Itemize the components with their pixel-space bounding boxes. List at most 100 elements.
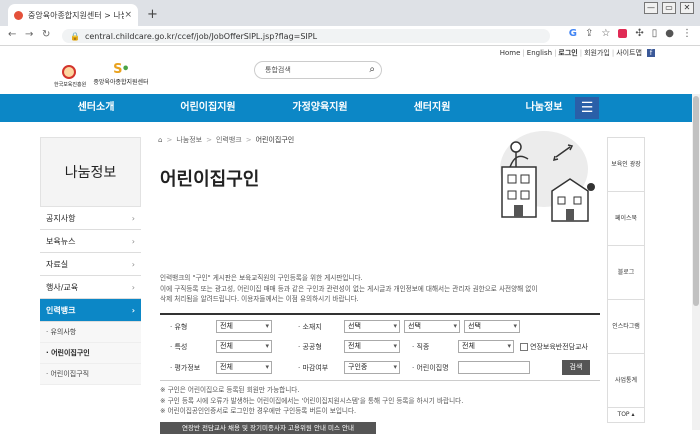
sidebar-item-job-bank[interactable]: 인력뱅크 › (40, 299, 141, 322)
extension-red-icon[interactable] (618, 29, 628, 38)
search-icon[interactable]: ⌕ (369, 64, 375, 75)
lock-icon[interactable]: 🔒 (70, 32, 80, 41)
extension-area: G ⇪ ☆ ✣ ▯ ● ⋮ (569, 28, 692, 39)
reload-icon[interactable]: ↻ (42, 29, 50, 40)
quick-item-instagram[interactable]: 인스타그램 (608, 300, 644, 354)
quick-item-plaza[interactable]: 보육인 광장 (608, 138, 644, 192)
sidebar-item-notice[interactable]: 공지사항 › (40, 207, 141, 230)
gnb-item-center-support[interactable]: 센터지원 (376, 94, 488, 122)
location-dong-select[interactable]: 선택 (464, 320, 520, 333)
job-type-select[interactable]: 전체 (458, 340, 514, 353)
util-home-link[interactable]: Home (500, 49, 521, 57)
sidebar-item-news[interactable]: 보육뉴스 › (40, 230, 141, 253)
bookmark-star-icon[interactable]: ☆ (601, 28, 610, 39)
location-sido-select[interactable]: 선택 (344, 320, 400, 333)
daycare-name-input[interactable] (458, 361, 530, 374)
location-sigungu-select[interactable]: 선택 (404, 320, 460, 333)
url-text: central.childcare.go.kr/ccef/job/JobOffe… (84, 31, 318, 41)
left-sidebar: 나눔정보 공지사항 › 보육뉴스 › 자료실 › 행사/교육 › 인력뱅크 › · 유의사… (40, 137, 141, 385)
notice-line: ※ 구인 등록 시에 오류가 발생하는 어린이집에서는 '어린이집지원시스템'을… (160, 396, 464, 405)
util-sitemap-link[interactable]: 사이트맵 (616, 48, 642, 58)
chevron-right-icon: › (131, 260, 135, 269)
maximize-button[interactable]: ▭ (662, 2, 676, 14)
sidebar-item-label: 행사/교육 (46, 283, 79, 292)
description-line: 삭제 처리됨을 알려드립니다. 이용자들께서는 이점 유의하시기 바랍니다. (160, 295, 359, 303)
daycare-name-label: · 어린이집명 (412, 364, 449, 372)
site-page: Home | English | 로그인 | 회원가입 | 사이트맵 f 한국보… (0, 47, 700, 434)
global-search-input[interactable]: 통합검색 ⌕ (254, 61, 382, 79)
home-icon[interactable]: ⌂ (158, 136, 162, 144)
deadline-select[interactable]: 구인중 (344, 361, 400, 374)
page-title: 어린이집구인 (160, 169, 260, 190)
gnb-item-daycare-support[interactable]: 어린이집지원 (152, 94, 264, 122)
sidebar-sub-job-offer[interactable]: · 어린이집구인 (40, 343, 141, 364)
browser-tab[interactable]: 중앙육아종합지원센터 > 나눔정보 × (8, 4, 138, 26)
feature-select[interactable]: 전체 (216, 340, 272, 353)
share-icon[interactable]: ⇪ (585, 28, 593, 39)
util-join-link[interactable]: 회원가입 (584, 48, 610, 58)
board-description: 인력뱅크의 "구인" 게시판은 보육교직원의 구인등록을 위한 게시판입니다. … (160, 273, 600, 305)
new-tab-button[interactable]: + (147, 7, 158, 22)
type-select[interactable]: 전체 (216, 320, 272, 333)
window-controls: — ▭ ✕ (644, 2, 694, 14)
sidebar-item-events[interactable]: 행사/교육 › (40, 276, 141, 299)
vertical-scrollbar[interactable] (692, 94, 700, 430)
facebook-icon[interactable]: f (647, 49, 655, 57)
close-window-button[interactable]: ✕ (680, 2, 694, 14)
scrollbar-thumb[interactable] (693, 96, 699, 306)
sidebar-item-label: 자료실 (46, 260, 69, 269)
notice-list: ※ 구인은 어린이집으로 등록된 회원만 가능합니다. ※ 구인 등록 시에 오… (160, 385, 600, 417)
util-english-link[interactable]: English (527, 49, 552, 57)
main-navigation: 센터소개 어린이집지원 가정양육지원 센터지원 나눔정보 ☰ (0, 94, 700, 122)
form-row: · 유형 전체 · 소재지 선택 선택 선택 (160, 320, 600, 338)
minimize-button[interactable]: — (644, 2, 658, 14)
gnb-item-center-intro[interactable]: 센터소개 (40, 94, 152, 122)
kcpi-emblem-icon (62, 65, 76, 79)
quick-item-facebook[interactable]: 페이스북 (608, 192, 644, 246)
location-label: · 소재지 (298, 323, 322, 331)
top-button[interactable]: TOP ▴ (608, 408, 644, 422)
type-label: · 유형 (170, 323, 188, 331)
forward-icon[interactable]: → (25, 29, 33, 40)
quick-menu: 보육인 광장 페이스북 블로그 인스타그램 사업통계 TOP ▴ (607, 137, 645, 423)
kcpi-logo[interactable]: 한국보육진흥원 (54, 65, 87, 88)
more-menu-icon[interactable]: ⋮ (682, 28, 692, 39)
extended-care-checkbox[interactable] (520, 343, 528, 351)
tab-close-icon[interactable]: × (124, 10, 132, 20)
sidebar-item-library[interactable]: 자료실 › (40, 253, 141, 276)
url-bar[interactable]: 🔒 central.childcare.go.kr/ccef/job/JobOf… (62, 29, 550, 43)
feature-label: · 특성 (170, 343, 188, 351)
main-content: ⌂ > 나눔정보 > 인력뱅크 > 어린이집구인 어린이집구인 인력뱅크의 "구… (158, 131, 600, 434)
notice-line: ※ 어린이집공인인증서로 로그인한 경우에만 구인등록 버튼이 보입니다. (160, 407, 357, 415)
center-logo[interactable]: S• 중앙육아종합지원센터 (92, 63, 150, 87)
public-type-select[interactable]: 전체 (344, 340, 400, 353)
eval-select[interactable]: 전체 (216, 361, 272, 374)
form-row: · 특성 전체 · 공공형 전체 · 직종 전체 연장보육반전담교사 (160, 340, 600, 358)
breadcrumb-item[interactable]: 인력뱅크 (216, 135, 242, 145)
browser-tab-strip: 중앙육아종합지원센터 > 나눔정보 × + — ▭ ✕ (0, 0, 700, 26)
breadcrumb-item[interactable]: 나눔정보 (176, 135, 202, 145)
kcpi-logo-text: 한국보육진흥원 (54, 82, 87, 88)
description-line: 이에 구직등록 또는 광고성, 어린이집 매매 등과 같은 구인과 관련성이 없… (160, 284, 538, 293)
eval-label: · 평가정보 (170, 364, 201, 372)
util-login-link[interactable]: 로그인 (558, 48, 577, 58)
chevron-right-icon: › (131, 306, 135, 315)
sidebar-sub-job-seek[interactable]: · 어린이집구직 (40, 364, 141, 385)
notice-line: ※ 구인은 어린이집으로 등록된 회원만 가능합니다. (160, 386, 300, 394)
back-icon[interactable]: ← (8, 29, 16, 40)
all-menu-icon[interactable]: ☰ (575, 97, 599, 119)
extensions-puzzle-icon[interactable]: ✣ (635, 28, 643, 39)
quick-item-blog[interactable]: 블로그 (608, 246, 644, 300)
sidebar-sub-notes[interactable]: · 유의사항 (40, 322, 141, 343)
quick-item-statistics[interactable]: 사업통계 (608, 354, 644, 408)
description-line: 인력뱅크의 "구인" 게시판은 보육교직원의 구인등록을 위한 게시판입니다. (160, 274, 363, 282)
gnb-item-home-childcare[interactable]: 가정양육지원 (264, 94, 376, 122)
address-toolbar: ← → ↻ 🔒 central.childcare.go.kr/ccef/job… (0, 26, 700, 46)
google-icon[interactable]: G (569, 28, 577, 39)
profile-icon[interactable]: ● (665, 28, 674, 39)
sidebar-icon[interactable]: ▯ (652, 28, 658, 39)
chevron-right-icon: › (131, 283, 135, 292)
search-button[interactable]: 검색 (562, 360, 590, 375)
chevron-right-icon: › (131, 214, 135, 223)
guide-banner-button[interactable]: 연장반 전담교사 채용 및 장기미종사자 고용위원 안내 미스 안내 (160, 422, 376, 434)
